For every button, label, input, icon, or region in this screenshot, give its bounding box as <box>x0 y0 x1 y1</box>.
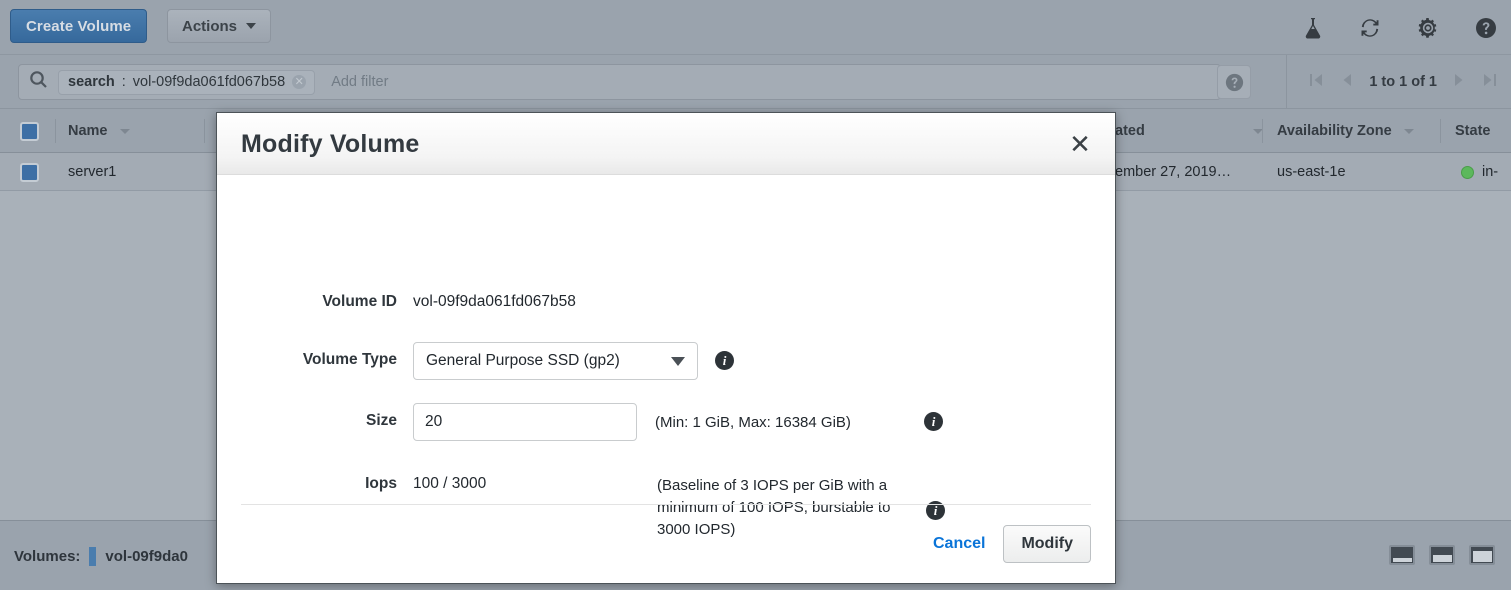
filter-bar: search : vol-09f9da061fd067b58 ✕ Add fil… <box>0 55 1511 109</box>
field-volume-id: Volume ID vol-09f9da061fd067b58 <box>217 289 1115 311</box>
field-size: Size 20 (Min: 1 GiB, Max: 16384 GiB) i <box>217 403 1115 441</box>
volume-type-selected-value: General Purpose SSD (gp2) <box>426 352 620 369</box>
column-header-created[interactable]: ated <box>1115 109 1263 153</box>
search-token-value: vol-09f9da061fd067b58 <box>132 73 286 90</box>
dialog-footer: Cancel Modify <box>933 525 1091 563</box>
panel-layout-toggles <box>1389 545 1495 565</box>
sort-arrow-icon <box>1403 128 1414 134</box>
prev-page-button[interactable] <box>1341 72 1352 93</box>
search-icon <box>29 70 48 94</box>
create-volume-label: Create Volume <box>26 17 132 35</box>
column-divider <box>1440 119 1441 143</box>
search-filter-token[interactable]: search : vol-09f9da061fd067b58 ✕ <box>58 69 316 95</box>
modify-volume-dialog: Modify Volume ✕ Volume ID vol-09f9da061f… <box>216 112 1116 584</box>
pagination-range: 1 to 1 of 1 <box>1369 74 1437 90</box>
panel-layout-medium-icon[interactable] <box>1429 545 1455 565</box>
cell-state-label: in- <box>1482 164 1499 180</box>
column-header-state-label: State <box>1455 123 1491 139</box>
search-token-key: search <box>68 73 115 90</box>
selected-volume-summary: Volumes: vol-09f9da0 <box>14 547 188 566</box>
last-page-button[interactable] <box>1482 72 1497 93</box>
row-checkbox[interactable] <box>20 153 39 191</box>
selected-volume-id: vol-09f9da0 <box>105 548 188 565</box>
field-volume-id-value: vol-09f9da061fd067b58 <box>413 293 576 310</box>
chevron-down-icon <box>246 23 257 29</box>
field-volume-type-label: Volume Type <box>302 351 397 368</box>
actions-button[interactable]: Actions <box>167 9 272 43</box>
size-input[interactable]: 20 <box>413 403 637 441</box>
status-ok-icon <box>1461 165 1474 179</box>
help-icon[interactable] <box>1475 17 1497 39</box>
volume-type-info-icon[interactable]: i <box>715 351 734 370</box>
refresh-icon[interactable] <box>1359 17 1381 39</box>
volume-type-select[interactable]: General Purpose SSD (gp2) <box>413 342 698 380</box>
cell-state: in- <box>1461 153 1498 191</box>
filter-help-button[interactable] <box>1217 65 1251 99</box>
volumes-label: Volumes: <box>14 548 81 565</box>
cell-availability-zone: us-east-1e <box>1277 164 1346 180</box>
cell-name: server1 <box>68 164 117 180</box>
size-input-value: 20 <box>425 413 443 430</box>
column-divider <box>1262 119 1263 143</box>
iops-hint: (Baseline of 3 IOPS per GiB with a minim… <box>657 477 891 538</box>
field-iops-value: 100 / 3000 <box>413 475 487 492</box>
panel-layout-small-icon[interactable] <box>1389 545 1415 565</box>
column-header-name-label: Name <box>68 123 108 139</box>
field-volume-id-label: Volume ID <box>322 293 397 310</box>
cell-created: ember 27, 2019… <box>1115 164 1232 180</box>
select-all-checkbox[interactable] <box>20 109 39 153</box>
cancel-button[interactable]: Cancel <box>933 535 985 553</box>
search-token-separator: : <box>121 73 126 90</box>
size-info-icon[interactable]: i <box>924 412 943 431</box>
dialog-body: Volume ID vol-09f9da061fd067b58 Volume T… <box>217 175 1115 583</box>
field-iops-label: Iops <box>365 475 397 492</box>
next-page-button[interactable] <box>1454 72 1465 93</box>
checkbox-icon <box>20 121 39 141</box>
gear-icon[interactable] <box>1417 17 1439 39</box>
dialog-title: Modify Volume <box>241 130 420 158</box>
column-header-state[interactable]: State <box>1455 109 1490 153</box>
actions-label: Actions <box>182 17 238 35</box>
remove-filter-icon[interactable]: ✕ <box>292 74 307 89</box>
column-header-name[interactable]: Name <box>68 109 130 153</box>
toolbar-icon-group <box>1303 17 1497 39</box>
field-size-label: Size <box>365 412 397 429</box>
column-header-availability-zone-label: Availability Zone <box>1277 123 1392 139</box>
pagination: 1 to 1 of 1 <box>1286 55 1497 109</box>
add-filter-placeholder[interactable]: Add filter <box>331 74 388 90</box>
first-page-button[interactable] <box>1309 72 1324 93</box>
panel-layout-large-icon[interactable] <box>1469 545 1495 565</box>
size-hint: (Min: 1 GiB, Max: 16384 GiB) <box>655 414 851 431</box>
sort-arrow-icon <box>119 128 130 134</box>
dialog-header: Modify Volume ✕ <box>217 113 1115 175</box>
console-toolbar: Create Volume Actions <box>0 0 1511 55</box>
checkbox-icon <box>20 162 39 182</box>
modify-button[interactable]: Modify <box>1003 525 1091 563</box>
create-volume-button[interactable]: Create Volume <box>10 9 148 43</box>
column-header-availability-zone[interactable]: Availability Zone <box>1277 109 1414 153</box>
chevron-down-icon <box>671 356 685 366</box>
column-divider <box>55 119 56 143</box>
flask-icon[interactable] <box>1303 17 1323 39</box>
search-input[interactable]: search : vol-09f9da061fd067b58 ✕ Add fil… <box>18 64 1221 100</box>
dialog-divider <box>241 504 1091 505</box>
close-icon[interactable]: ✕ <box>1065 129 1095 159</box>
field-volume-type: Volume Type General Purpose SSD (gp2) i <box>217 342 1115 380</box>
volume-color-swatch <box>89 547 97 566</box>
column-divider <box>204 119 205 143</box>
column-header-created-label: ated <box>1115 123 1145 139</box>
